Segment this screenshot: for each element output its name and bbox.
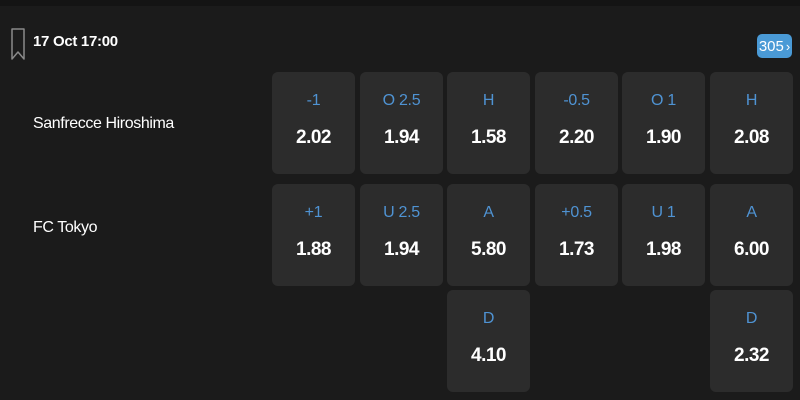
odds-label: H bbox=[745, 92, 758, 109]
odds-total-under[interactable]: U 2.5 1.94 bbox=[360, 184, 443, 286]
odds-first-half-result-away[interactable]: A 6.00 bbox=[710, 184, 793, 286]
home-team-name: Sanfrecce Hiroshima bbox=[33, 115, 174, 132]
odds-label: -0.5 bbox=[563, 92, 590, 109]
odds-result-away[interactable]: A 5.80 bbox=[447, 184, 530, 286]
odds-label: U 2.5 bbox=[383, 204, 420, 221]
odds-first-half-total-over[interactable]: O 1 1.90 bbox=[622, 72, 705, 174]
odds-first-half-handicap-home[interactable]: -0.5 2.20 bbox=[535, 72, 618, 174]
odds-first-half-result-home[interactable]: H 2.08 bbox=[710, 72, 793, 174]
odds-label: U 1 bbox=[651, 204, 676, 221]
odds-first-half-result-draw[interactable]: D 2.32 bbox=[710, 290, 793, 392]
odds-label: -1 bbox=[306, 92, 321, 109]
away-team-name: FC Tokyo bbox=[33, 219, 98, 236]
odds-value: 4.10 bbox=[471, 345, 506, 366]
odds-first-half-handicap-away[interactable]: +0.5 1.73 bbox=[535, 184, 618, 286]
odds-value: 1.98 bbox=[646, 239, 681, 260]
odds-value: 2.02 bbox=[296, 127, 331, 148]
odds-label: +1 bbox=[304, 204, 323, 221]
odds-label: D bbox=[745, 310, 758, 327]
chevron-right-icon: › bbox=[785, 38, 791, 54]
odds-total-over[interactable]: O 2.5 1.94 bbox=[360, 72, 443, 174]
odds-result-draw[interactable]: D 4.10 bbox=[447, 290, 530, 392]
odds-label: H bbox=[482, 92, 495, 109]
more-markets-count: 305 bbox=[758, 37, 784, 55]
odds-handicap-away[interactable]: +1 1.88 bbox=[272, 184, 355, 286]
odds-value: 5.80 bbox=[471, 239, 506, 260]
odds-value: 1.90 bbox=[646, 127, 681, 148]
more-markets-button[interactable]: 305 › bbox=[757, 34, 792, 58]
odds-label: A bbox=[483, 204, 494, 221]
odds-label: A bbox=[746, 204, 757, 221]
odds-label: D bbox=[482, 310, 495, 327]
odds-result-home[interactable]: H 1.58 bbox=[447, 72, 530, 174]
odds-label: O 1 bbox=[651, 92, 676, 109]
odds-value: 1.73 bbox=[559, 239, 594, 260]
odds-value: 6.00 bbox=[734, 239, 769, 260]
odds-value: 2.32 bbox=[734, 345, 769, 366]
odds-value: 2.08 bbox=[734, 127, 769, 148]
odds-first-half-total-under[interactable]: U 1 1.98 bbox=[622, 184, 705, 286]
event-datetime: 17 Oct 17:00 bbox=[33, 33, 118, 50]
bookmark-icon[interactable] bbox=[11, 28, 25, 60]
odds-value: 1.94 bbox=[384, 239, 419, 260]
event-header: 17 Oct 17:00 305 › bbox=[0, 6, 800, 70]
odds-value: 1.88 bbox=[296, 239, 331, 260]
odds-value: 2.20 bbox=[559, 127, 594, 148]
odds-value: 1.58 bbox=[471, 127, 506, 148]
odds-value: 1.94 bbox=[384, 127, 419, 148]
odds-label: +0.5 bbox=[561, 204, 592, 221]
odds-handicap-home[interactable]: -1 2.02 bbox=[272, 72, 355, 174]
odds-label: O 2.5 bbox=[382, 92, 421, 109]
